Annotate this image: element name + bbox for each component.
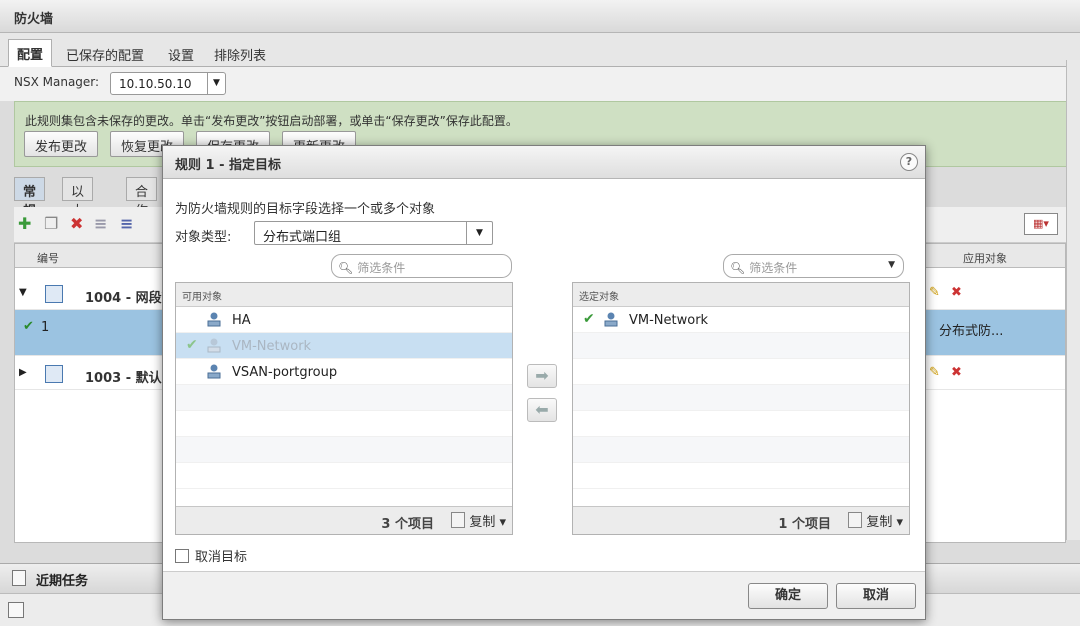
empty-row <box>176 437 512 463</box>
available-count: 3 个项目 <box>381 517 434 532</box>
empty-row <box>573 411 909 437</box>
applied-to-value: 分布式防... <box>939 324 1004 339</box>
check-icon: ✔ <box>186 337 198 353</box>
tab-config[interactable]: 配置 <box>8 39 53 67</box>
chevron-down-icon: ▼ <box>466 222 492 244</box>
tasks-icon <box>12 570 26 586</box>
delete-icon[interactable]: ✖ <box>951 365 962 380</box>
ok-button[interactable]: 确定 <box>748 583 828 609</box>
delete-icon[interactable]: ✖ <box>951 285 962 300</box>
manager-label: NSX Manager: <box>14 75 100 89</box>
selected-count: 1 个项目 <box>778 517 831 532</box>
help-icon[interactable]: ? <box>900 153 918 171</box>
available-filter-input[interactable]: 🔍︎ 筛选条件 <box>331 254 512 278</box>
tab-settings[interactable]: 设置 <box>160 41 202 67</box>
tab-exclusion-list[interactable]: 排除列表 <box>206 41 274 67</box>
task-menu-icon[interactable] <box>8 602 24 618</box>
checkbox[interactable] <box>175 549 189 563</box>
specify-target-dialog: 规则 1 - 指定目标 ? 为防火墙规则的目标字段选择一个或多个对象 对象类型:… <box>162 145 926 620</box>
empty-row <box>573 385 909 411</box>
dialog-footer: 确定 取消 <box>163 571 925 619</box>
cancel-button[interactable]: 取消 <box>836 583 916 609</box>
empty-row <box>573 437 909 463</box>
col-applied-to: 应用对象 <box>963 252 1007 265</box>
expand-icon[interactable]: ▼ <box>19 287 27 298</box>
section-icon <box>45 285 63 303</box>
selected-objects-panel: 选定对象 ✔ VM-Network 1 个项目 复制 ▾ <box>572 282 910 535</box>
selected-filter-input[interactable]: 🔍︎ 筛选条件 ▼ <box>723 254 904 278</box>
col-number: 编号 <box>37 252 59 265</box>
copy-icon[interactable]: ❐ <box>44 214 58 233</box>
remove-arrow-button[interactable]: ⬅ <box>527 398 557 422</box>
available-objects-panel: 可用对象 HA ✔ VM-Network VSAN-portgroup 3 个项… <box>175 282 513 535</box>
publish-changes-button[interactable]: 发布更改 <box>24 131 99 157</box>
dialog-instruction: 为防火墙规则的目标字段选择一个或多个对象 <box>175 202 436 217</box>
add-arrow-button[interactable]: ➡ <box>527 364 557 388</box>
empty-row <box>573 463 909 489</box>
section-name: 1003 - 默认 <box>85 371 162 386</box>
copy-button[interactable]: 复制 ▾ <box>451 511 506 530</box>
copy-button[interactable]: 复制 ▾ <box>848 511 903 530</box>
manager-select[interactable]: 10.10.50.10 ▼ <box>110 72 226 95</box>
tab-bar: 配置 已保存的配置 设置 排除列表 <box>0 33 1080 67</box>
deselect-target-checkbox[interactable]: 取消目标 <box>175 546 247 565</box>
edit-icon[interactable]: ✎ <box>929 285 940 300</box>
object-type-value: 分布式端口组 <box>263 230 342 245</box>
available-footer: 3 个项目 复制 ▾ <box>176 506 512 534</box>
move-up-icon[interactable]: ≡ <box>94 214 107 233</box>
list-item[interactable]: HA <box>176 307 512 333</box>
object-type-select[interactable]: 分布式端口组 ▼ <box>254 221 493 245</box>
list-item[interactable]: ✔ VM-Network <box>573 307 909 333</box>
port-group-icon <box>207 312 221 327</box>
enabled-check-icon: ✔ <box>23 319 34 334</box>
section-icon <box>45 365 63 383</box>
dialog-title: 规则 1 - 指定目标 <box>163 146 925 179</box>
tab-saved-config[interactable]: 已保存的配置 <box>58 41 152 67</box>
tab-ethernet[interactable]: 以太网 <box>62 177 94 238</box>
empty-row <box>176 411 512 437</box>
vertical-scrollbar[interactable] <box>1066 60 1080 540</box>
edit-icon[interactable]: ✎ <box>929 365 940 380</box>
move-down-icon[interactable]: ≡ <box>120 214 133 233</box>
empty-row <box>176 385 512 411</box>
port-group-icon <box>207 364 221 379</box>
chevron-down-icon: ▼ <box>207 73 225 94</box>
app-title: 防火墙 <box>0 0 1080 33</box>
add-icon[interactable]: ✚ <box>18 214 31 233</box>
empty-row <box>573 359 909 385</box>
empty-row <box>176 463 512 489</box>
delete-icon[interactable]: ✖ <box>70 214 83 233</box>
column-chooser-icon[interactable]: ▦▾ <box>1024 213 1058 235</box>
copy-icon <box>451 512 466 528</box>
check-icon: ✔ <box>583 311 595 327</box>
object-type-label: 对象类型: <box>175 230 232 245</box>
selected-objects-header: 选定对象 <box>573 283 909 307</box>
rule-id: 1 <box>41 320 50 335</box>
copy-icon <box>848 512 863 528</box>
section-name: 1004 - 网段V <box>85 291 172 306</box>
recent-tasks-label: 近期任务 <box>36 574 89 589</box>
port-group-icon <box>207 338 221 353</box>
search-icon: 🔍︎ <box>338 261 354 275</box>
list-item[interactable]: ✔ VM-Network <box>176 333 512 359</box>
search-icon: 🔍︎ <box>730 261 746 275</box>
chevron-down-icon[interactable]: ▼ <box>888 260 895 270</box>
list-item[interactable]: VSAN-portgroup <box>176 359 512 385</box>
available-objects-header: 可用对象 <box>176 283 512 307</box>
banner-text: 此规则集包含未保存的更改。单击“发布更改”按钮启动部署，或单击“保存更改”保存此… <box>25 114 518 128</box>
port-group-icon <box>604 312 618 327</box>
expand-icon[interactable]: ▶ <box>19 367 27 378</box>
selected-footer: 1 个项目 复制 ▾ <box>573 506 909 534</box>
manager-value: 10.10.50.10 <box>119 77 192 91</box>
tab-partner[interactable]: 合作 <box>126 177 158 219</box>
empty-row <box>573 333 909 359</box>
tab-general[interactable]: 常规 <box>14 177 46 219</box>
